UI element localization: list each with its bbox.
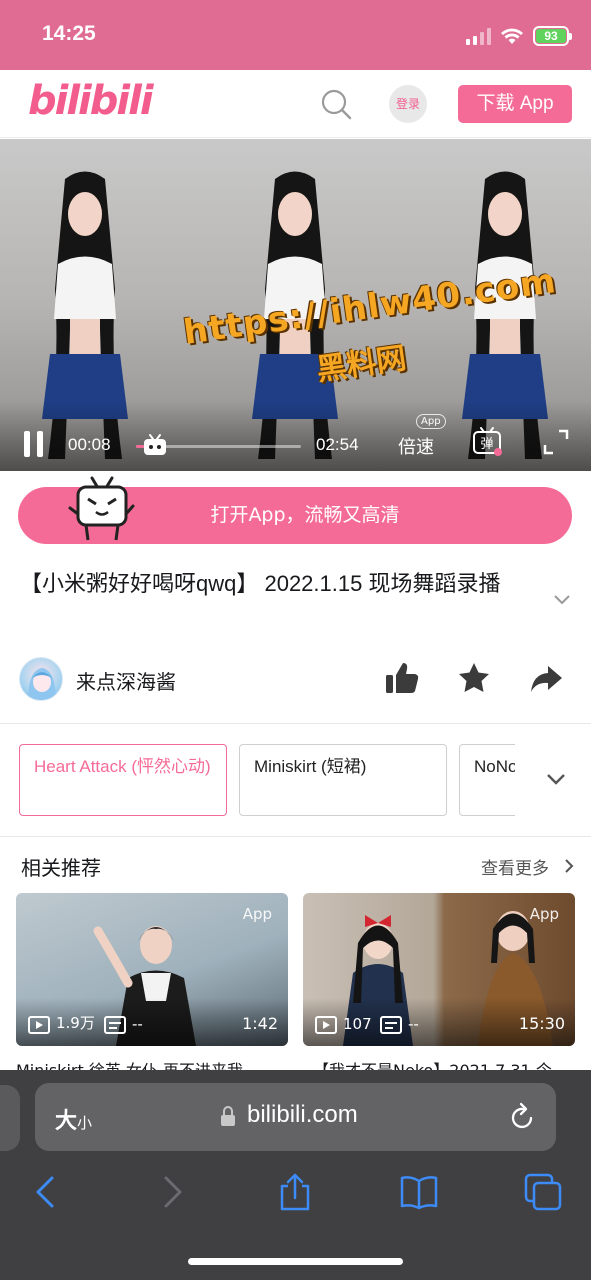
- status-time: 14:25: [42, 22, 96, 45]
- logo-text: bilibili: [28, 78, 154, 124]
- home-indicator: [188, 1258, 403, 1265]
- divider: [0, 723, 591, 724]
- card-meta: 107 -- 15:30: [303, 998, 575, 1046]
- danmaku-count-icon: [104, 1016, 126, 1034]
- card-danmaku-count: --: [132, 1015, 143, 1033]
- part-item[interactable]: Heart Attack (怦然心动): [19, 744, 227, 816]
- tv-mascot-icon: [68, 476, 135, 541]
- card-danmaku-count: --: [408, 1015, 419, 1033]
- share-arrow-icon[interactable]: [528, 660, 564, 696]
- pause-button[interactable]: [24, 431, 46, 457]
- browser-toolbar: 大小 bilibili.com: [0, 1070, 591, 1280]
- back-icon[interactable]: [26, 1172, 66, 1212]
- battery-icon: 93: [533, 26, 572, 46]
- related-video-card[interactable]: App 107 -- 15:30: [303, 893, 575, 1046]
- avatar-image: [28, 668, 56, 700]
- card-app-tag: App: [242, 905, 272, 923]
- player-controls: 00:08 02:54 App 倍速 弹: [0, 401, 591, 471]
- danmaku-toggle-icon[interactable]: 弹: [472, 427, 504, 457]
- duration: 02:54: [316, 435, 359, 454]
- fullscreen-icon[interactable]: [543, 429, 569, 455]
- bilibili-logo[interactable]: bilibili: [28, 78, 154, 124]
- previous-tab-edge[interactable]: [0, 1085, 20, 1151]
- chevron-down-icon[interactable]: [552, 592, 572, 606]
- text-size-button[interactable]: 大小: [55, 1103, 92, 1135]
- play-count-icon: [28, 1016, 50, 1034]
- danmaku-label: 弹: [480, 437, 493, 452]
- forward-icon[interactable]: [152, 1172, 192, 1212]
- author-name[interactable]: 来点深海酱: [76, 666, 176, 695]
- card-meta: 1.9万 -- 1:42: [16, 998, 288, 1046]
- lock-icon: [221, 1106, 235, 1126]
- card-duration: 15:30: [518, 1014, 565, 1033]
- video-player[interactable]: https://ihlw40.com 黑料网 00:08 02:54 App 倍…: [0, 139, 591, 471]
- author-avatar[interactable]: [19, 657, 63, 701]
- like-thumb-icon[interactable]: [384, 660, 420, 696]
- card-caption[interactable]: Miniskirt 徐英 女仆 再不进来我: [16, 1056, 288, 1070]
- chevron-right-icon[interactable]: [564, 858, 574, 874]
- card-views: 107: [343, 1015, 372, 1033]
- login-button[interactable]: 登录: [389, 85, 427, 123]
- favorite-star-icon[interactable]: [456, 660, 492, 696]
- search-icon[interactable]: [320, 88, 352, 120]
- speed-app-tag: App: [416, 414, 446, 429]
- text-size-large: 大: [55, 1109, 78, 1134]
- status-icons: 93: [466, 24, 572, 48]
- download-app-button[interactable]: 下载 App: [458, 85, 572, 123]
- related-section-title: 相关推荐: [21, 856, 101, 880]
- part-item[interactable]: Miniskirt (短裙): [239, 744, 447, 816]
- expand-parts-chevron-icon[interactable]: [545, 771, 567, 787]
- play-count-icon: [315, 1016, 337, 1034]
- divider: [0, 836, 591, 837]
- url-text[interactable]: bilibili.com: [247, 1101, 358, 1129]
- video-title: 【小米粥好好喝呀qwq】 2022.1.15 现场舞蹈录播: [20, 571, 501, 596]
- see-more-link[interactable]: 查看更多: [481, 854, 549, 879]
- danmaku-count-icon: [380, 1016, 402, 1034]
- reload-icon[interactable]: [509, 1102, 537, 1132]
- related-video-card[interactable]: App 1.9万 -- 1:42: [16, 893, 288, 1046]
- wifi-icon: [501, 28, 523, 44]
- card-caption[interactable]: 【我才不是Neko】2021.7.31 今: [313, 1056, 575, 1070]
- status-bar: 14:25 93: [0, 0, 591, 70]
- site-header: bilibili 登录 下载 App: [0, 70, 591, 138]
- card-duration: 1:42: [242, 1014, 278, 1033]
- battery-level: 93: [536, 29, 566, 43]
- address-bar[interactable]: 大小 bilibili.com: [35, 1083, 556, 1151]
- card-views: 1.9万: [56, 1014, 95, 1032]
- current-time: 00:08: [68, 435, 111, 454]
- card-app-tag: App: [529, 905, 559, 923]
- text-size-small: 小: [77, 1114, 93, 1132]
- bookmarks-icon[interactable]: [399, 1172, 439, 1212]
- tabs-icon[interactable]: [523, 1172, 563, 1212]
- speed-button[interactable]: 倍速: [398, 433, 434, 459]
- cellular-signal-icon: [466, 27, 491, 45]
- progress-thumb-tv-icon[interactable]: [143, 434, 167, 456]
- share-icon[interactable]: [275, 1172, 315, 1212]
